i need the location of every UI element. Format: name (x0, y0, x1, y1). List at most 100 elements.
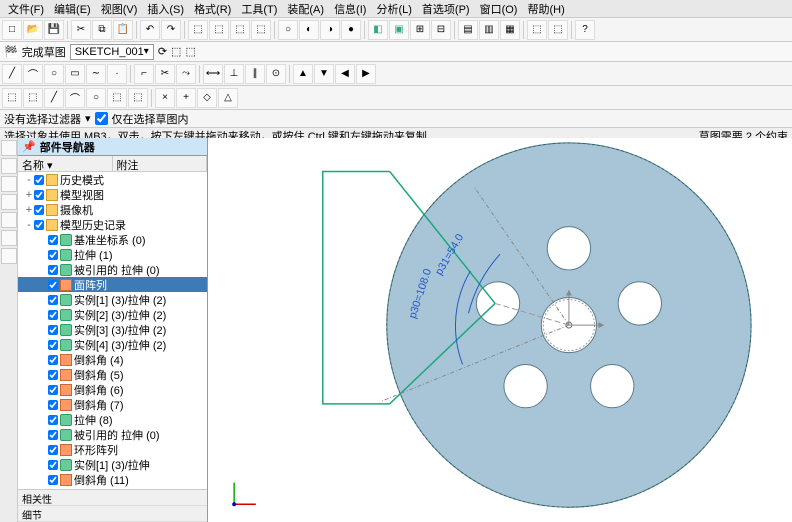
tree-item[interactable]: 实例[1] (3)/拉伸 (2) (18, 292, 207, 307)
tree-item[interactable]: 拉伸 (8) (18, 412, 207, 427)
tb-btn[interactable]: ⌒ (65, 88, 85, 108)
cut-icon[interactable]: ✂ (71, 20, 91, 40)
copy-icon[interactable]: ⧉ (92, 20, 112, 40)
tree-item[interactable]: 实例[4] (3)/拉伸 (2) (18, 337, 207, 352)
menu-item[interactable]: 分析(L) (372, 0, 415, 18)
tree-item[interactable]: 倒斜角 (11) (18, 472, 207, 487)
tree-item[interactable]: 倒斜角 (7) (18, 397, 207, 412)
tb-btn[interactable]: ○ (86, 88, 106, 108)
point-icon[interactable]: · (107, 64, 127, 84)
trim-icon[interactable]: ✂ (155, 64, 175, 84)
cube-icon[interactable]: ▣ (389, 20, 409, 40)
menu-item[interactable]: 文件(F) (4, 0, 48, 18)
menu-item[interactable]: 插入(S) (143, 0, 188, 18)
strip-icon[interactable] (1, 212, 17, 228)
tb-btn[interactable]: ▦ (500, 20, 520, 40)
extend-icon[interactable]: ⤳ (176, 64, 196, 84)
paste-icon[interactable]: 📋 (113, 20, 133, 40)
tb-btn[interactable]: ⬚ (2, 88, 22, 108)
feature-tree[interactable]: -历史模式+模型视图+摄像机-模型历史记录 基准坐标系 (0) 拉伸 (1) 被… (18, 172, 207, 489)
strip-icon[interactable] (1, 194, 17, 210)
menu-item[interactable]: 窗口(O) (476, 0, 522, 18)
tree-item[interactable]: +模型视图 (18, 187, 207, 202)
tb-btn[interactable]: ⬚ (188, 20, 208, 40)
tb-btn[interactable]: ▥ (479, 20, 499, 40)
tb-btn[interactable]: ⬚ (128, 88, 148, 108)
strip-icon[interactable] (1, 248, 17, 264)
tb-btn[interactable]: ⬚ (230, 20, 250, 40)
rect-icon[interactable]: ▭ (65, 64, 85, 84)
tb-btn[interactable]: ▼ (314, 64, 334, 84)
open-icon[interactable]: 📂 (23, 20, 43, 40)
dim-icon[interactable]: ⟷ (203, 64, 223, 84)
tb-btn[interactable]: ⟳ (158, 45, 167, 58)
tree-item[interactable]: -历史模式 (18, 172, 207, 187)
tb-btn[interactable]: ⊞ (410, 20, 430, 40)
tb-btn[interactable]: ⬚ (185, 45, 195, 58)
tree-item[interactable]: +摄像机 (18, 202, 207, 217)
tree-item[interactable]: 实例[1] (3)/拉伸 (18, 457, 207, 472)
tb-btn[interactable]: ◇ (197, 88, 217, 108)
tb-btn[interactable]: ⬚ (548, 20, 568, 40)
tree-item[interactable]: 面阵列 (18, 277, 207, 292)
tb-btn[interactable]: ∥ (245, 64, 265, 84)
menu-item[interactable]: 信息(I) (330, 0, 370, 18)
tb-btn[interactable]: ▶ (356, 64, 376, 84)
tree-item[interactable]: 环形阵列 (18, 442, 207, 457)
tree-item[interactable]: 被引用的 拉伸 (0) (18, 427, 207, 442)
tb-btn[interactable]: ⊟ (431, 20, 451, 40)
strip-icon[interactable] (1, 158, 17, 174)
save-icon[interactable]: 💾 (44, 20, 64, 40)
tb-btn[interactable]: ╱ (44, 88, 64, 108)
tb-btn[interactable]: △ (218, 88, 238, 108)
new-icon[interactable]: □ (2, 20, 22, 40)
spline-icon[interactable]: ∼ (86, 64, 106, 84)
tree-item[interactable]: 倒斜角 (6) (18, 382, 207, 397)
menu-item[interactable]: 帮助(H) (523, 0, 568, 18)
menu-item[interactable]: 编辑(E) (50, 0, 95, 18)
strip-icon[interactable] (1, 140, 17, 156)
strip-icon[interactable] (1, 230, 17, 246)
tree-item[interactable]: 倒斜角 (5) (18, 367, 207, 382)
tree-item[interactable]: 被引用的 拉伸 (0) (18, 262, 207, 277)
filter-checkbox[interactable] (95, 112, 108, 125)
tb-btn[interactable]: ⬚ (527, 20, 547, 40)
tb-btn[interactable]: ◑ (320, 20, 340, 40)
constraint-icon[interactable]: ⊥ (224, 64, 244, 84)
tree-item[interactable]: 基准坐标系 (0) (18, 232, 207, 247)
line-icon[interactable]: ╱ (2, 64, 22, 84)
section-related[interactable]: 相关性 (18, 490, 207, 506)
col-note[interactable]: 附注 (113, 156, 208, 171)
viewport[interactable]: p30=108.0 p31=54.0 (208, 138, 792, 522)
menu-item[interactable]: 格式(R) (190, 0, 235, 18)
fillet-icon[interactable]: ⌐ (134, 64, 154, 84)
cube-icon[interactable]: ◧ (368, 20, 388, 40)
menu-item[interactable]: 装配(A) (283, 0, 328, 18)
col-name[interactable]: 名称 ▾ (18, 156, 113, 171)
tb-btn[interactable]: ⬚ (171, 45, 181, 58)
tree-item[interactable]: 倒斜角 (4) (18, 352, 207, 367)
tb-btn[interactable]: + (176, 88, 196, 108)
help-icon[interactable]: ? (575, 20, 595, 40)
tb-btn[interactable]: ○ (278, 20, 298, 40)
tb-btn[interactable]: ⬚ (209, 20, 229, 40)
tb-btn[interactable]: ⬚ (251, 20, 271, 40)
circle-icon[interactable]: ○ (44, 64, 64, 84)
tree-item[interactable]: 实例[3] (3)/拉伸 (2) (18, 322, 207, 337)
tb-btn[interactable]: ⊙ (266, 64, 286, 84)
undo-icon[interactable]: ↶ (140, 20, 160, 40)
menu-item[interactable]: 视图(V) (97, 0, 142, 18)
tb-btn[interactable]: ◀ (335, 64, 355, 84)
flag-icon[interactable]: 🏁 (4, 45, 18, 58)
strip-icon[interactable] (1, 176, 17, 192)
arc-icon[interactable]: ⌒ (23, 64, 43, 84)
menu-item[interactable]: 工具(T) (237, 0, 281, 18)
sketch-combo[interactable]: SKETCH_001 ▾ (70, 44, 154, 60)
tb-btn[interactable]: ● (341, 20, 361, 40)
tree-item[interactable]: 拉伸 (1) (18, 247, 207, 262)
pin-icon[interactable]: 📌 (22, 140, 36, 153)
tree-item[interactable]: -模型历史记录 (18, 217, 207, 232)
tree-item[interactable]: 实例[2] (3)/拉伸 (2) (18, 307, 207, 322)
tb-btn[interactable]: ⬚ (23, 88, 43, 108)
tb-btn[interactable]: ⬚ (107, 88, 127, 108)
